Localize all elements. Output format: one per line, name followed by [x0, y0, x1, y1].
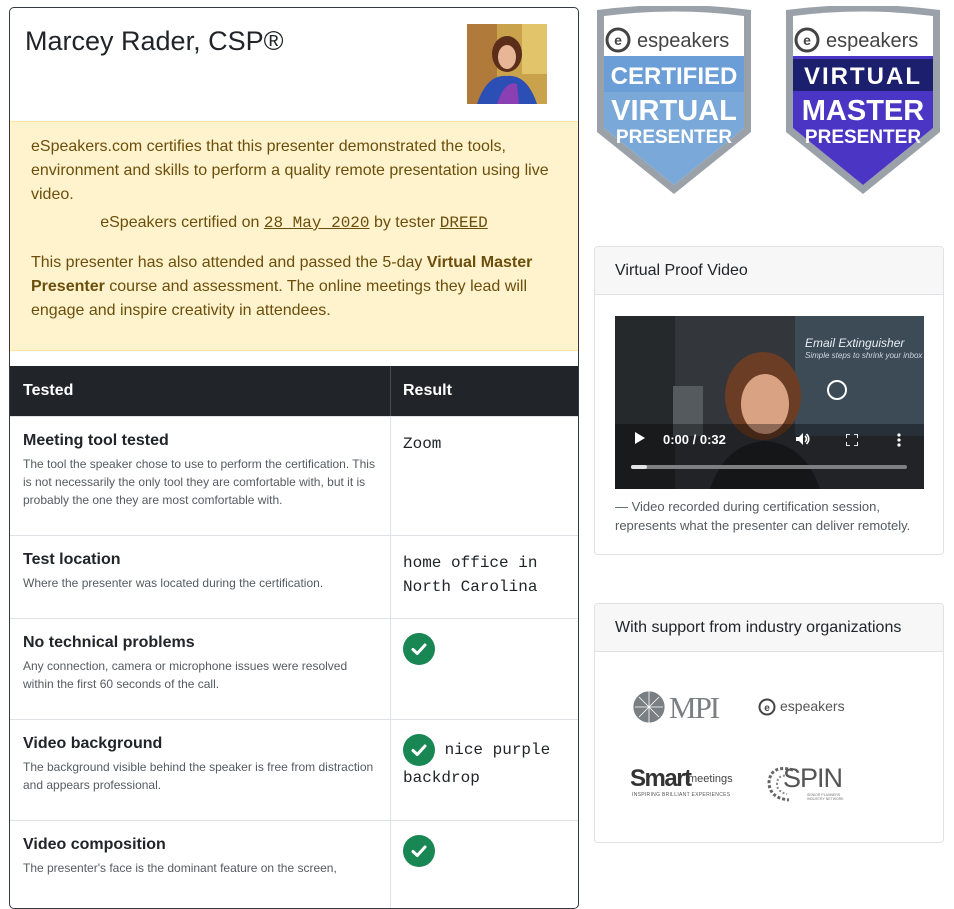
video-caption: — Video recorded during certification se… — [615, 499, 911, 533]
tested-column-header: Tested — [23, 382, 74, 399]
table-row: No technical problems Any connection, ca… — [10, 618, 578, 719]
proof-video-player[interactable]: Email Extinguisher Simple steps to shrin… — [615, 316, 924, 489]
video-progress-bar[interactable] — [631, 465, 907, 469]
svg-text:e: e — [614, 32, 622, 48]
table-row: Video composition The presenter's face i… — [10, 820, 578, 908]
row-description: The background visible behind the speake… — [23, 760, 374, 792]
row-result — [403, 633, 563, 665]
certified-virtual-presenter-badge: e espeakers CERTIFIED VIRTUAL PRESENTER — [597, 6, 751, 194]
check-icon — [403, 835, 435, 867]
virtual-master-presenter-badge: e espeakers VIRTUAL MASTER PRESENTER — [786, 6, 940, 194]
video-overlay-subtitle: Simple steps to shrink your inbox — [805, 351, 923, 360]
badge-line1: CERTIFIED — [611, 63, 738, 90]
certified-on-line: eSpeakers certified on 28 May 2020 by te… — [10, 211, 578, 235]
mpi-logo: MPI — [631, 689, 731, 725]
row-title: Meeting tool tested — [23, 432, 169, 449]
check-icon — [403, 734, 435, 766]
table-row: Meeting tool tested The tool the speaker… — [10, 416, 578, 535]
master-text-post: course and assessment. The online meetin… — [31, 278, 527, 319]
fullscreen-icon[interactable] — [845, 433, 859, 451]
virtual-proof-video-panel: Virtual Proof Video Email Extinguisher S… — [594, 246, 944, 555]
video-panel-title: Virtual Proof Video — [595, 247, 943, 295]
certification-date-link[interactable]: 28 May 2020 — [264, 214, 370, 232]
smart-logo-text: Smart — [630, 765, 692, 792]
certification-text: eSpeakers.com certifies that this presen… — [31, 138, 549, 203]
video-time: 0:00 / 0:32 — [663, 432, 726, 447]
certified-on-label: eSpeakers certified on — [100, 214, 260, 231]
row-title: Video composition — [23, 836, 166, 853]
tester-link[interactable]: DREED — [440, 214, 488, 232]
avatar — [467, 24, 547, 104]
smart-logo-tagline: INSPIRING BRILLIANT EXPERIENCES — [632, 792, 731, 798]
row-title: No technical problems — [23, 634, 195, 651]
espeakers-logo: e espeakers — [758, 698, 868, 718]
result-column-header: Result — [403, 382, 452, 399]
badge-line3: PRESENTER — [805, 127, 921, 148]
spin-logo-text: SPIN — [783, 763, 843, 793]
presenter-name: Marcey Rader, CSP® — [25, 26, 284, 56]
row-description: The presenter's face is the dominant fea… — [23, 861, 337, 875]
volume-icon[interactable] — [795, 432, 811, 451]
certification-card: Marcey Rader, CSP® eSpeakers.com certifi… — [9, 7, 579, 909]
espeakers-logo-text: espeakers — [780, 698, 845, 714]
master-text-pre: This presenter has also attended and pas… — [31, 254, 423, 271]
support-panel-title: With support from industry organizations — [595, 604, 943, 652]
row-description: Where the presenter was located during t… — [23, 576, 324, 590]
badge-brand: espeakers — [826, 30, 918, 52]
industry-support-panel: With support from industry organizations… — [594, 603, 944, 843]
row-result — [403, 835, 563, 867]
row-result: nice purple backdrop — [403, 734, 563, 790]
row-result: Zoom — [403, 435, 442, 453]
row-description: Any connection, camera or microphone iss… — [23, 659, 348, 691]
results-table-header: Tested Result — [10, 366, 578, 416]
spin-logo-tagline: SENIOR PLANNERS INDUSTRY NETWORK — [807, 793, 844, 801]
row-result: home office in North Carolina — [403, 554, 538, 596]
video-overlay-title: Email Extinguisher — [805, 336, 905, 350]
table-row: Video background The background visible … — [10, 719, 578, 820]
spin-logo: SPIN SENIOR PLANNERS INDUSTRY NETWORK — [763, 762, 863, 804]
smart-logo-suffix: meetings — [688, 773, 733, 785]
smart-meetings-logo: Smart meetings INSPIRING BRILLIANT EXPER… — [630, 765, 740, 801]
play-icon[interactable] — [634, 431, 646, 450]
badge-line2: VIRTUAL — [611, 95, 737, 127]
card-header: Marcey Rader, CSP® — [10, 8, 578, 120]
svg-text:e: e — [764, 703, 770, 714]
by-tester-label: by tester — [373, 214, 436, 231]
badge-line3: PRESENTER — [616, 127, 732, 148]
certification-statement: eSpeakers.com certifies that this presen… — [10, 121, 578, 351]
row-title: Video background — [23, 735, 163, 752]
svg-text:e: e — [803, 32, 811, 48]
badge-brand: espeakers — [637, 30, 729, 52]
mpi-logo-text: MPI — [669, 690, 720, 725]
row-title: Test location — [23, 551, 121, 568]
check-icon — [403, 633, 435, 665]
row-description: The tool the speaker chose to use to per… — [23, 457, 375, 507]
badge-line1: VIRTUAL — [804, 63, 922, 90]
badge-line2: MASTER — [802, 95, 925, 127]
more-options-icon[interactable] — [897, 433, 901, 452]
table-row: Test location Where the presenter was lo… — [10, 535, 578, 618]
master-presenter-text: This presenter has also attended and pas… — [31, 251, 561, 323]
